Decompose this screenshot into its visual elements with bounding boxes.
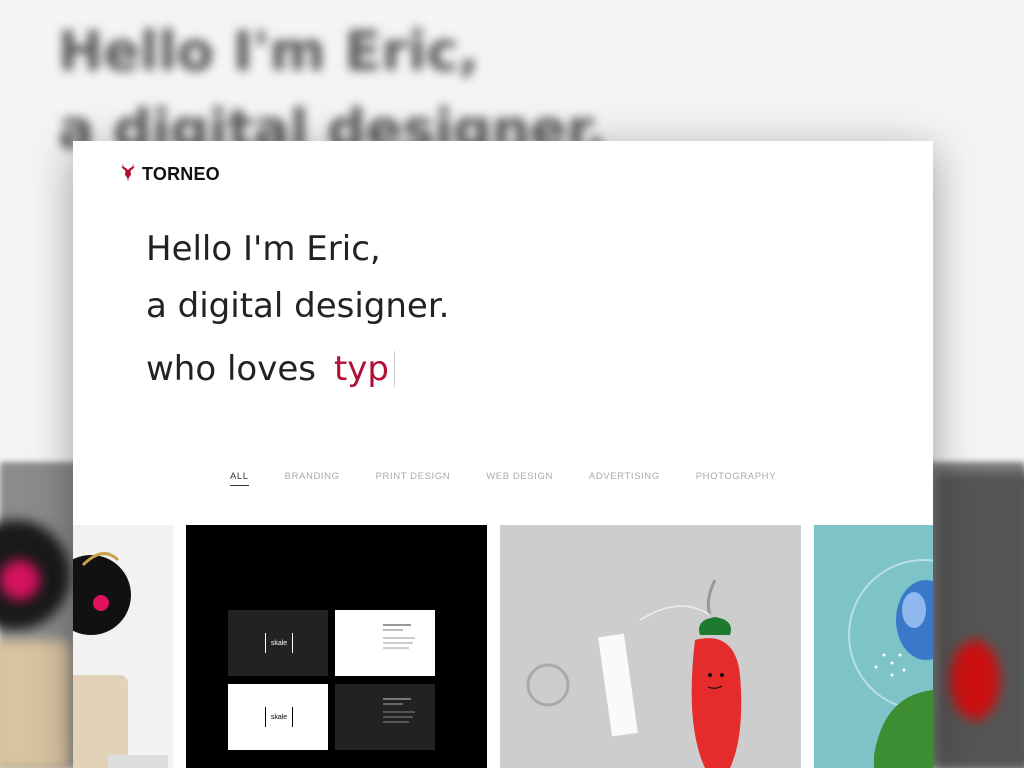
hero-line-2: a digital designer. — [146, 286, 450, 326]
filter-branding[interactable]: BRANDING — [285, 471, 340, 486]
card-front-dark: skale — [228, 610, 328, 676]
typing-line: who loves typ — [146, 349, 396, 389]
typing-word: typ — [333, 349, 390, 389]
card-text-lines — [383, 624, 415, 652]
backdrop-headline-1: Hello I'm Eric, — [58, 20, 479, 83]
plant-image — [814, 525, 933, 768]
backdrop-blob-pink — [0, 560, 40, 600]
portfolio-filters: ALL BRANDING PRINT DESIGN WEB DESIGN ADV… — [73, 471, 933, 486]
backdrop-blob-right — [935, 470, 1024, 768]
card-front-light: skale — [228, 684, 328, 750]
filter-web-design[interactable]: WEB DESIGN — [486, 471, 553, 486]
skale-logo-dark: skale — [265, 707, 293, 727]
card-text-lines-dark — [383, 698, 415, 726]
filter-photography[interactable]: PHOTOGRAPHY — [696, 471, 776, 486]
skale-logo: skale — [265, 633, 293, 653]
typing-prefix: who loves — [146, 349, 316, 389]
deer-icon — [118, 161, 138, 188]
filter-all[interactable]: ALL — [229, 471, 249, 486]
backdrop-blob-red — [950, 640, 1000, 720]
hero: Hello I'm Eric, a digital designer. who … — [146, 221, 450, 389]
card-back-dark — [335, 684, 435, 750]
desk-photo-image — [73, 525, 173, 768]
portfolio-item-plant[interactable] — [814, 525, 933, 768]
brand-name: TORNEO — [142, 164, 220, 184]
portfolio-item-skale[interactable]: skale skale — [186, 525, 487, 768]
chili-keychain-image — [500, 525, 801, 768]
portfolio-item-chili[interactable] — [500, 525, 801, 768]
backdrop-blob-beige — [0, 640, 70, 768]
hero-line-1: Hello I'm Eric, — [146, 229, 381, 269]
filter-advertising[interactable]: ADVERTISING — [589, 471, 660, 486]
card-back-light — [335, 610, 435, 676]
portfolio-gallery: skale skale — [73, 525, 933, 768]
portfolio-window: TORNEO Hello I'm Eric, a digital designe… — [73, 141, 933, 768]
brand-logo[interactable]: TORNEO — [118, 161, 220, 188]
portfolio-item-desk[interactable] — [73, 525, 173, 768]
filter-print-design[interactable]: PRINT DESIGN — [376, 471, 451, 486]
typing-cursor — [394, 351, 396, 387]
